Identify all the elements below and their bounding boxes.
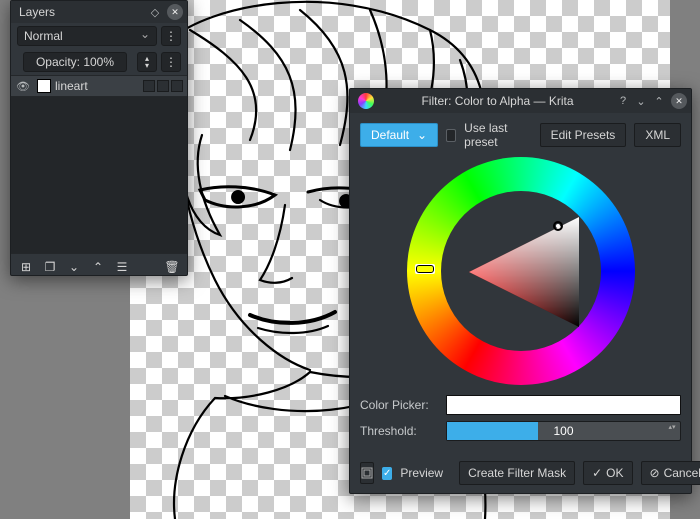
filter-title: Filter: Color to Alpha — Krita <box>380 94 615 108</box>
blend-mode-select[interactable]: Normal <box>17 26 157 46</box>
flag-icon[interactable] <box>143 80 155 92</box>
ok-button[interactable]: ✓ OK <box>583 461 632 485</box>
hue-handle[interactable] <box>415 264 435 274</box>
threshold-slider[interactable]: 100 ▴▾ <box>446 421 681 441</box>
help-icon[interactable]: ? <box>615 93 631 109</box>
layers-bottom-bar: ⊞ ❐ ⌄ ⌃ ☰ 🗑 <box>11 253 187 279</box>
layer-settings-icon[interactable]: ☰ <box>113 258 131 276</box>
blend-mode-value: Normal <box>24 29 63 43</box>
opacity-menu-icon[interactable]: ⋮ <box>161 52 181 72</box>
visibility-icon[interactable]: 👁 <box>15 78 31 94</box>
color-picker-label: Color Picker: <box>360 398 438 412</box>
layer-flags <box>143 80 183 92</box>
threshold-label: Threshold: <box>360 424 438 438</box>
edit-presets-button[interactable]: Edit Presets <box>540 123 627 147</box>
layer-thumb-icon[interactable] <box>37 79 51 93</box>
opacity-stepper[interactable]: ▴▾ <box>137 52 157 72</box>
create-filter-mask-button[interactable]: Create Filter Mask <box>459 461 575 485</box>
layer-row[interactable]: 👁 lineart <box>11 75 187 97</box>
color-wheel[interactable] <box>407 157 635 385</box>
delete-layer-icon[interactable]: 🗑 <box>163 258 181 276</box>
preset-value: Default <box>371 128 409 142</box>
opacity-value: Opacity: 100% <box>36 55 114 69</box>
add-layer-icon[interactable]: ⊞ <box>17 258 35 276</box>
filter-titlebar[interactable]: Filter: Color to Alpha — Krita ? ⌄ ⌃ <box>350 89 691 113</box>
color-picker-swatch[interactable] <box>446 395 681 415</box>
chevron-up-icon[interactable]: ⌃ <box>651 93 667 109</box>
use-last-preset-checkbox[interactable] <box>446 129 456 142</box>
layers-title: Layers <box>19 5 147 19</box>
sv-triangle[interactable] <box>469 217 589 327</box>
close-icon[interactable] <box>671 93 687 109</box>
duplicate-layer-icon[interactable]: ❐ <box>41 258 59 276</box>
preview-label: Preview <box>400 466 443 480</box>
layer-list-empty[interactable] <box>11 97 187 253</box>
opacity-slider[interactable]: Opacity: 100% <box>23 52 127 72</box>
detach-preview-icon[interactable] <box>360 462 374 484</box>
blend-mode-menu-icon[interactable]: ⋮ <box>161 26 181 46</box>
preview-checkbox[interactable] <box>382 467 392 480</box>
sv-handle[interactable] <box>553 221 563 231</box>
threshold-fill <box>447 422 538 440</box>
krita-logo-icon <box>358 93 374 109</box>
chevron-down-icon[interactable]: ⌄ <box>633 93 649 109</box>
move-up-icon[interactable]: ⌃ <box>89 258 107 276</box>
xml-button[interactable]: XML <box>634 123 681 147</box>
layer-name[interactable]: lineart <box>55 79 139 93</box>
flag-icon[interactable] <box>157 80 169 92</box>
filter-dialog: Filter: Color to Alpha — Krita ? ⌄ ⌃ Def… <box>349 88 692 494</box>
cancel-button[interactable]: ⊘ Cancel <box>641 461 700 485</box>
threshold-value: 100 <box>553 424 573 438</box>
close-icon[interactable] <box>167 4 183 20</box>
threshold-stepper[interactable]: ▴▾ <box>666 423 678 439</box>
undock-icon[interactable]: ◇ <box>147 4 163 20</box>
layers-panel: Layers ◇ Normal ⋮ Opacity: 100% ▴▾ ⋮ 👁 l… <box>10 0 188 276</box>
preset-select[interactable]: Default <box>360 123 438 147</box>
layers-titlebar[interactable]: Layers ◇ <box>11 1 187 23</box>
move-down-icon[interactable]: ⌄ <box>65 258 83 276</box>
flag-icon[interactable] <box>171 80 183 92</box>
use-last-preset-label: Use last preset <box>464 121 523 149</box>
